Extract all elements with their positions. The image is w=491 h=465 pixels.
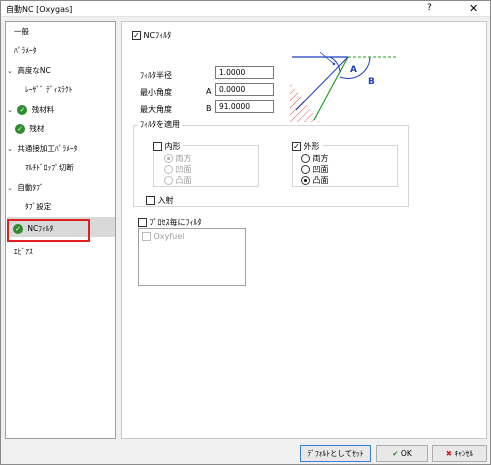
radio-icon[interactable] bbox=[301, 154, 310, 163]
filter-radius-label: ﾌｨﾙﾀ半径 bbox=[140, 71, 172, 80]
inner-checkbox-row[interactable]: 内形 bbox=[153, 141, 183, 152]
radio-icon[interactable] bbox=[164, 176, 173, 185]
checkmark-icon: ✓ bbox=[17, 105, 28, 115]
sidebar-item-tab-settings[interactable]: ﾀﾌﾞ設定 bbox=[25, 200, 51, 213]
sidebar-nav: 一般 ﾊﾟﾗﾒｰﾀ ⌄ 高度なNC ﾚｰｻﾞﾞ ﾃﾞｨｽﾗｸﾄ ⌄ ✓ 残材料 … bbox=[5, 21, 116, 439]
sidebar-item-general[interactable]: 一般 bbox=[14, 25, 29, 38]
process-filter-checkbox[interactable] bbox=[138, 218, 147, 227]
chevron-down-icon[interactable]: ⌄ bbox=[7, 182, 15, 195]
radio-label: 凹面 bbox=[175, 165, 192, 174]
list-item-checkbox[interactable] bbox=[142, 232, 151, 241]
cross-icon: ✖ bbox=[445, 449, 453, 458]
nc-filter-checkbox[interactable] bbox=[132, 31, 141, 40]
sidebar-item-label: 自動ﾀﾌﾞ bbox=[17, 183, 44, 192]
radio-label: 両方 bbox=[312, 154, 329, 163]
process-filter-label: ﾌﾟﾛｾｽ毎にﾌｨﾙﾀ bbox=[149, 218, 202, 227]
min-angle-label: 最小角度 bbox=[140, 88, 172, 97]
sidebar-item-remnant-material[interactable]: ⌄ ✓ 残材料 bbox=[7, 103, 54, 116]
outer-checkbox[interactable] bbox=[292, 142, 301, 151]
chevron-down-icon[interactable]: ⌄ bbox=[7, 104, 15, 117]
outer-checkbox-row[interactable]: 外形 bbox=[292, 141, 322, 152]
sidebar-item-label: 高度なNC bbox=[17, 66, 51, 75]
radio-icon[interactable] bbox=[301, 176, 310, 185]
sidebar-item-label: ﾏﾙﾁﾄﾞﾛｯﾌﾟ切断 bbox=[25, 163, 74, 172]
inner-radio-convex[interactable]: 凸面 bbox=[164, 175, 192, 186]
angle-diagram-icon: A B bbox=[290, 51, 398, 122]
radio-icon[interactable] bbox=[164, 154, 173, 163]
inner-radio-both[interactable]: 両方 bbox=[164, 153, 192, 164]
radio-label: 凸面 bbox=[312, 176, 329, 185]
outer-radio-both[interactable]: 両方 bbox=[301, 153, 329, 164]
min-angle-letter: A bbox=[206, 87, 212, 96]
outer-label: 外形 bbox=[303, 142, 320, 151]
max-angle-input[interactable]: 91.0000 bbox=[215, 100, 274, 113]
sidebar-item-label: ｴﾋﾞｱｽ bbox=[14, 247, 33, 256]
process-filter-checkbox-row[interactable]: ﾌﾟﾛｾｽ毎にﾌｨﾙﾀ bbox=[138, 217, 202, 228]
sidebar-item-label: 一般 bbox=[14, 27, 29, 36]
sidebar-item-laser-distract[interactable]: ﾚｰｻﾞﾞ ﾃﾞｨｽﾗｸﾄ bbox=[25, 83, 72, 96]
ok-button[interactable]: ✔ OK bbox=[376, 445, 428, 462]
title-bar: 自動NC [Oxygas] ? ✕ bbox=[1, 1, 490, 17]
radio-icon[interactable] bbox=[164, 165, 173, 174]
nc-filter-panel: NCﾌｨﾙﾀ ﾌｨﾙﾀ半径 1.0000 最小角度 A 0.0000 最大角度 … bbox=[121, 21, 487, 439]
close-button[interactable]: ✕ bbox=[469, 2, 478, 15]
cancel-label: ｷｬﾝｾﾙ bbox=[454, 449, 474, 458]
checkmark-icon: ✔ bbox=[392, 449, 399, 458]
diagram-label-a: A bbox=[350, 65, 357, 75]
cancel-button[interactable]: ✖ ｷｬﾝｾﾙ bbox=[432, 445, 487, 462]
sidebar-item-label: ﾚｰｻﾞﾞ ﾃﾞｨｽﾗｸﾄ bbox=[25, 85, 73, 94]
sidebar-item-ebias[interactable]: ｴﾋﾞｱｽ bbox=[14, 245, 33, 258]
sidebar-item-multi-drop-cut[interactable]: ﾏﾙﾁﾄﾞﾛｯﾌﾟ切断 bbox=[25, 161, 74, 174]
nc-filter-enable[interactable]: NCﾌｨﾙﾀ bbox=[132, 30, 171, 41]
ok-label: OK bbox=[400, 449, 412, 458]
min-angle-input[interactable]: 0.0000 bbox=[215, 83, 274, 96]
sidebar-item-label: ﾊﾟﾗﾒｰﾀ bbox=[14, 46, 37, 55]
diagram-label-b: B bbox=[368, 77, 375, 87]
dialog-window: 自動NC [Oxygas] ? ✕ 一般 ﾊﾟﾗﾒｰﾀ ⌄ 高度なNC ﾚｰｻﾞ… bbox=[0, 0, 491, 465]
max-angle-label: 最大角度 bbox=[140, 105, 172, 114]
inner-checkbox[interactable] bbox=[153, 142, 162, 151]
set-default-button[interactable]: ﾃﾞﾌｫﾙﾄとしてｾｯﾄ bbox=[300, 445, 371, 462]
chevron-down-icon[interactable]: ⌄ bbox=[7, 143, 15, 156]
filter-radius-input[interactable]: 1.0000 bbox=[215, 66, 274, 79]
radio-label: 凹面 bbox=[312, 165, 329, 174]
outer-radio-convex[interactable]: 凸面 bbox=[301, 175, 329, 186]
max-angle-letter: B bbox=[206, 104, 212, 113]
chevron-down-icon[interactable]: ⌄ bbox=[7, 65, 15, 78]
list-item[interactable]: Oxyfuel bbox=[142, 232, 184, 241]
sidebar-item-label: ﾀﾌﾞ設定 bbox=[25, 202, 52, 211]
radio-label: 凸面 bbox=[175, 176, 192, 185]
help-button[interactable]: ? bbox=[427, 3, 432, 13]
window-title: 自動NC [Oxygas] bbox=[6, 5, 73, 14]
sidebar-item-remnant[interactable]: ✓ 残材 bbox=[15, 122, 44, 135]
radio-icon[interactable] bbox=[301, 165, 310, 174]
inner-label: 内形 bbox=[164, 142, 181, 151]
radio-label: 両方 bbox=[175, 154, 192, 163]
list-item-label: Oxyfuel bbox=[153, 232, 185, 241]
sidebar-item-advanced-nc[interactable]: ⌄ 高度なNC bbox=[7, 64, 51, 77]
lead-in-checkbox[interactable] bbox=[146, 196, 155, 205]
sidebar-item-parameters[interactable]: ﾊﾟﾗﾒｰﾀ bbox=[14, 44, 37, 57]
process-list[interactable]: Oxyfuel bbox=[138, 228, 246, 286]
sidebar-item-label: 共通接加工ﾊﾟﾗﾒｰﾀ bbox=[17, 144, 78, 153]
sidebar-item-common-cut-params[interactable]: ⌄ 共通接加工ﾊﾟﾗﾒｰﾀ bbox=[7, 142, 77, 155]
sidebar-item-label: 残材 bbox=[29, 124, 45, 133]
apply-filter-label: ﾌｨﾙﾀを適用 bbox=[138, 119, 182, 130]
sidebar-item-label: 残材料 bbox=[31, 105, 55, 114]
outer-radio-concave[interactable]: 凹面 bbox=[301, 164, 329, 175]
lead-in-label: 入射 bbox=[157, 196, 174, 205]
sidebar-item-auto-tab[interactable]: ⌄ 自動ﾀﾌﾞ bbox=[7, 181, 44, 194]
lead-in-checkbox-row[interactable]: 入射 bbox=[146, 195, 174, 206]
nc-filter-label: NCﾌｨﾙﾀ bbox=[143, 31, 172, 40]
checkmark-icon: ✓ bbox=[15, 124, 25, 134]
inner-radio-concave[interactable]: 凹面 bbox=[164, 164, 192, 175]
highlight-annotation-box bbox=[7, 219, 90, 242]
